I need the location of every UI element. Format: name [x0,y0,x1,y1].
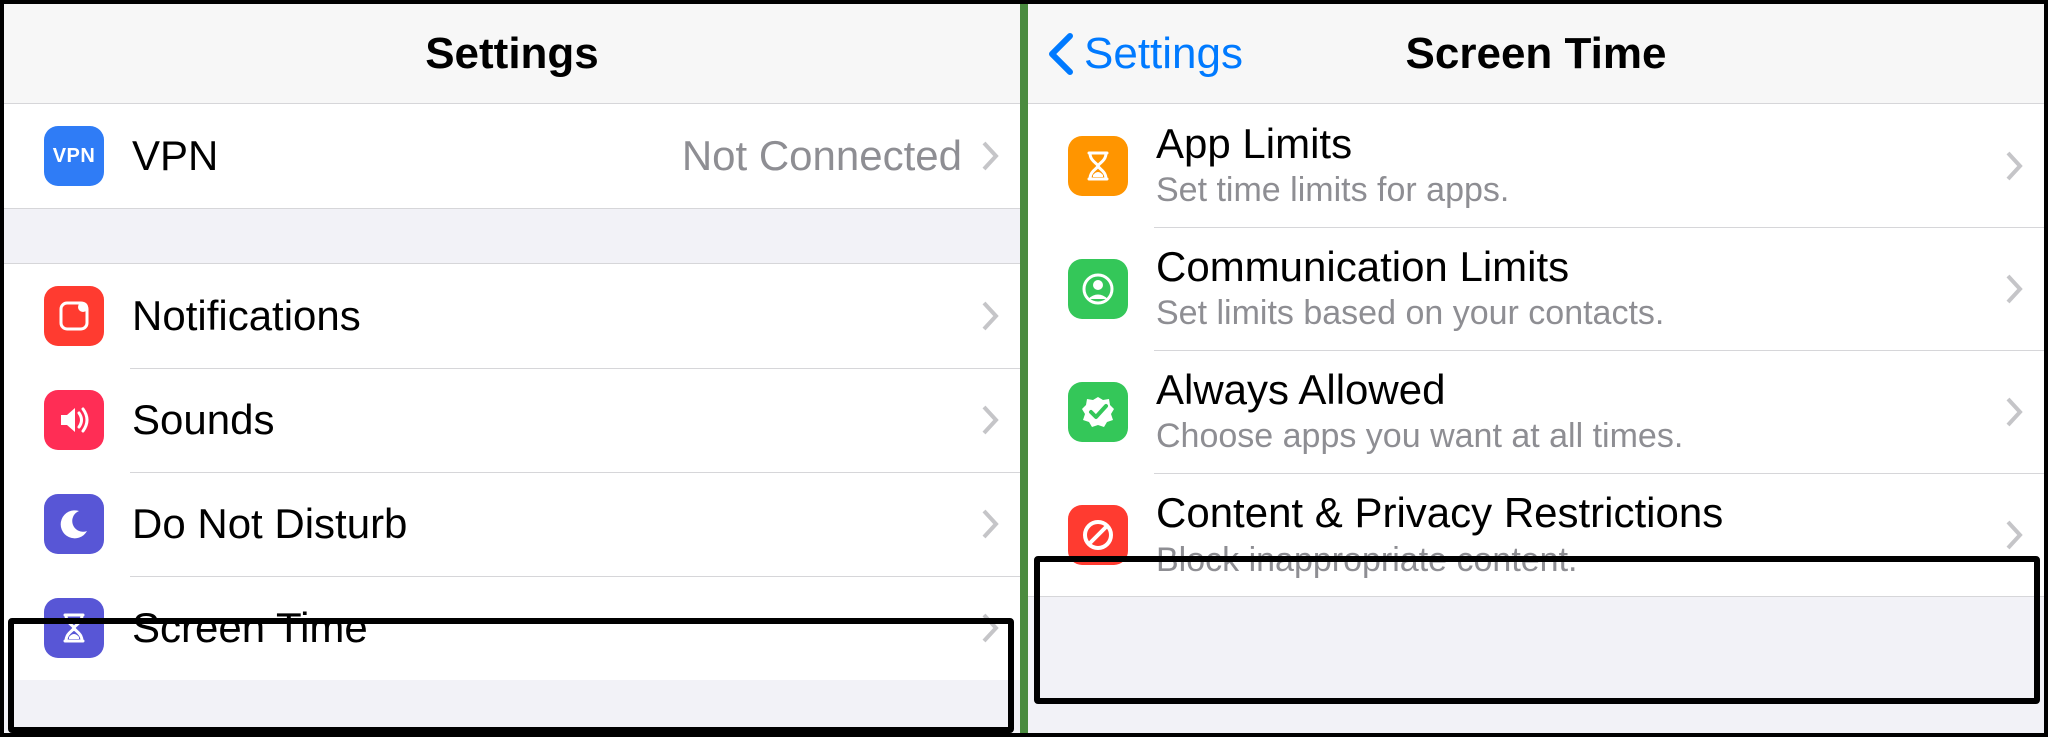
chevron-right-icon [2004,272,2024,306]
row-label: Always Allowed [1156,366,1998,414]
back-button[interactable]: Settings [1044,4,1243,103]
hourglass-icon [1068,136,1128,196]
chevron-left-icon [1044,30,1080,78]
settings-panel: Settings VPN VPN Not Connected Notificat… [4,4,1024,733]
row-subtitle: Set limits based on your contacts. [1156,293,1998,334]
vpn-status: Not Connected [682,132,962,180]
settings-group-network: VPN VPN Not Connected [4,104,1020,208]
settings-group-general: Notifications Sounds Do Not Disturb Scre… [4,264,1020,680]
chevron-right-icon [980,403,1000,437]
chevron-right-icon [980,299,1000,333]
no-sign-icon [1068,505,1128,565]
row-label: Screen Time [132,604,974,652]
row-label: Do Not Disturb [132,500,974,548]
screen-time-navbar: Settings Screen Time [1028,4,2044,104]
chevron-right-icon [2004,518,2024,552]
check-badge-icon [1068,382,1128,442]
chevron-right-icon [980,139,1000,173]
back-label: Settings [1084,29,1243,79]
group-gap [4,208,1020,264]
row-subtitle: Choose apps you want at all times. [1156,416,1998,457]
row-label: Notifications [132,292,974,340]
chevron-right-icon [2004,149,2024,183]
contact-icon [1068,259,1128,319]
screen-time-panel: Settings Screen Time App Limits Set time… [1024,4,2044,733]
footer-gap [1028,596,2044,733]
row-notifications[interactable]: Notifications [4,264,1020,368]
row-label: App Limits [1156,120,1998,168]
row-always-allowed[interactable]: Always Allowed Choose apps you want at a… [1028,350,2044,473]
row-subtitle: Block inappropriate content. [1156,540,1998,581]
settings-title: Settings [425,29,599,79]
notifications-icon [44,286,104,346]
row-content-privacy[interactable]: Content & Privacy Restrictions Block ina… [1028,473,2044,596]
row-sounds[interactable]: Sounds [4,368,1020,472]
settings-navbar: Settings [4,4,1020,104]
chevron-right-icon [2004,395,2024,429]
row-subtitle: Set time limits for apps. [1156,170,1998,211]
row-screen-time[interactable]: Screen Time [4,576,1020,680]
row-do-not-disturb[interactable]: Do Not Disturb [4,472,1020,576]
chevron-right-icon [980,611,1000,645]
hourglass-icon [44,598,104,658]
screen-time-group: App Limits Set time limits for apps. Com… [1028,104,2044,596]
chevron-right-icon [980,507,1000,541]
sounds-icon [44,390,104,450]
moon-icon [44,494,104,554]
row-label: Sounds [132,396,974,444]
row-label: VPN [132,132,682,180]
row-app-limits[interactable]: App Limits Set time limits for apps. [1028,104,2044,227]
row-communication-limits[interactable]: Communication Limits Set limits based on… [1028,227,2044,350]
screen-time-title: Screen Time [1406,29,1667,79]
row-label: Content & Privacy Restrictions [1156,489,1998,537]
row-label: Communication Limits [1156,243,1998,291]
row-vpn[interactable]: VPN VPN Not Connected [4,104,1020,208]
vpn-icon: VPN [44,126,104,186]
